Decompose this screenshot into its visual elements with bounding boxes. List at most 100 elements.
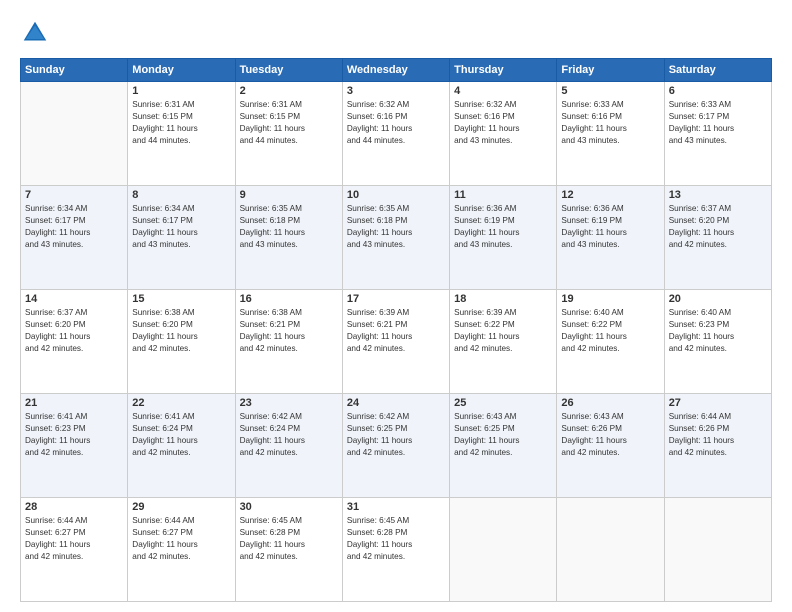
calendar-cell: 15 Sunrise: 6:38 AM Sunset: 6:20 PM Dayli… [128, 290, 235, 394]
calendar-cell: 3 Sunrise: 6:32 AM Sunset: 6:16 PM Daylig… [342, 82, 449, 186]
cell-info: Sunrise: 6:33 AM Sunset: 6:17 PM Dayligh… [669, 99, 767, 147]
day-number: 28 [25, 501, 123, 513]
day-number: 8 [132, 189, 230, 201]
calendar-cell: 29 Sunrise: 6:44 AM Sunset: 6:27 PM Dayli… [128, 498, 235, 602]
day-number: 19 [561, 293, 659, 305]
calendar-cell: 30 Sunrise: 6:45 AM Sunset: 6:28 PM Dayli… [235, 498, 342, 602]
day-number: 24 [347, 397, 445, 409]
calendar-cell: 31Sunrise: 6:45 AM Sunset: 6:28 PM Dayli… [342, 498, 449, 602]
cell-info: Sunrise: 6:34 AM Sunset: 6:17 PM Dayligh… [25, 203, 123, 251]
calendar-cell: 12 Sunrise: 6:36 AM Sunset: 6:19 PM Dayli… [557, 186, 664, 290]
day-number: 25 [454, 397, 552, 409]
calendar-cell: 18 Sunrise: 6:39 AM Sunset: 6:22 PM Dayli… [450, 290, 557, 394]
cell-info: Sunrise: 6:38 AM Sunset: 6:20 PM Dayligh… [132, 307, 230, 355]
cell-info: Sunrise: 6:33 AM Sunset: 6:16 PM Dayligh… [561, 99, 659, 147]
calendar-header-thursday: Thursday [450, 59, 557, 82]
day-number: 2 [240, 85, 338, 97]
day-number: 7 [25, 189, 123, 201]
logo [20, 18, 56, 48]
calendar-cell: 27 Sunrise: 6:44 AM Sunset: 6:26 PM Dayli… [664, 394, 771, 498]
day-number: 27 [669, 397, 767, 409]
calendar-cell: 24 Sunrise: 6:42 AM Sunset: 6:25 PM Dayli… [342, 394, 449, 498]
calendar-cell: 2Sunrise: 6:31 AM Sunset: 6:15 PM Daylig… [235, 82, 342, 186]
cell-info: Sunrise: 6:41 AM Sunset: 6:24 PM Dayligh… [132, 411, 230, 459]
cell-info: Sunrise: 6:38 AM Sunset: 6:21 PM Dayligh… [240, 307, 338, 355]
day-number: 10 [347, 189, 445, 201]
day-number: 6 [669, 85, 767, 97]
calendar-cell [450, 498, 557, 602]
calendar-week-3: 14 Sunrise: 6:37 AM Sunset: 6:20 PM Dayli… [21, 290, 772, 394]
calendar-cell [664, 498, 771, 602]
calendar-cell [21, 82, 128, 186]
page: SundayMondayTuesdayWednesdayThursdayFrid… [0, 0, 792, 612]
cell-info: Sunrise: 6:41 AM Sunset: 6:23 PM Dayligh… [25, 411, 123, 459]
calendar-week-5: 28 Sunrise: 6:44 AM Sunset: 6:27 PM Dayli… [21, 498, 772, 602]
calendar-header-saturday: Saturday [664, 59, 771, 82]
calendar-week-2: 7 Sunrise: 6:34 AM Sunset: 6:17 PM Daylig… [21, 186, 772, 290]
day-number: 11 [454, 189, 552, 201]
calendar-cell: 1Sunrise: 6:31 AM Sunset: 6:15 PM Daylig… [128, 82, 235, 186]
calendar-cell: 19Sunrise: 6:40 AM Sunset: 6:22 PM Dayli… [557, 290, 664, 394]
calendar-cell: 26 Sunrise: 6:43 AM Sunset: 6:26 PM Dayli… [557, 394, 664, 498]
calendar-cell [557, 498, 664, 602]
day-number: 23 [240, 397, 338, 409]
header [20, 18, 772, 48]
cell-info: Sunrise: 6:43 AM Sunset: 6:25 PM Dayligh… [454, 411, 552, 459]
cell-info: Sunrise: 6:34 AM Sunset: 6:17 PM Dayligh… [132, 203, 230, 251]
calendar-week-1: 1Sunrise: 6:31 AM Sunset: 6:15 PM Daylig… [21, 82, 772, 186]
day-number: 5 [561, 85, 659, 97]
cell-info: Sunrise: 6:36 AM Sunset: 6:19 PM Dayligh… [561, 203, 659, 251]
cell-info: Sunrise: 6:39 AM Sunset: 6:21 PM Dayligh… [347, 307, 445, 355]
cell-info: Sunrise: 6:32 AM Sunset: 6:16 PM Dayligh… [454, 99, 552, 147]
calendar-cell: 13 Sunrise: 6:37 AM Sunset: 6:20 PM Dayli… [664, 186, 771, 290]
day-number: 1 [132, 85, 230, 97]
cell-info: Sunrise: 6:44 AM Sunset: 6:26 PM Dayligh… [669, 411, 767, 459]
calendar-cell: 20Sunrise: 6:40 AM Sunset: 6:23 PM Dayli… [664, 290, 771, 394]
calendar-cell: 16 Sunrise: 6:38 AM Sunset: 6:21 PM Dayli… [235, 290, 342, 394]
cell-info: Sunrise: 6:44 AM Sunset: 6:27 PM Dayligh… [132, 515, 230, 563]
calendar-cell: 21 Sunrise: 6:41 AM Sunset: 6:23 PM Dayli… [21, 394, 128, 498]
day-number: 16 [240, 293, 338, 305]
cell-info: Sunrise: 6:37 AM Sunset: 6:20 PM Dayligh… [25, 307, 123, 355]
day-number: 31 [347, 501, 445, 513]
calendar-table: SundayMondayTuesdayWednesdayThursdayFrid… [20, 58, 772, 602]
cell-info: Sunrise: 6:43 AM Sunset: 6:26 PM Dayligh… [561, 411, 659, 459]
day-number: 22 [132, 397, 230, 409]
calendar-cell: 25 Sunrise: 6:43 AM Sunset: 6:25 PM Dayli… [450, 394, 557, 498]
day-number: 9 [240, 189, 338, 201]
calendar-header-friday: Friday [557, 59, 664, 82]
cell-info: Sunrise: 6:42 AM Sunset: 6:25 PM Dayligh… [347, 411, 445, 459]
calendar-cell: 14 Sunrise: 6:37 AM Sunset: 6:20 PM Dayli… [21, 290, 128, 394]
calendar-cell: 22 Sunrise: 6:41 AM Sunset: 6:24 PM Dayli… [128, 394, 235, 498]
calendar-cell: 11 Sunrise: 6:36 AM Sunset: 6:19 PM Dayli… [450, 186, 557, 290]
calendar-header-wednesday: Wednesday [342, 59, 449, 82]
day-number: 26 [561, 397, 659, 409]
calendar-week-4: 21 Sunrise: 6:41 AM Sunset: 6:23 PM Dayli… [21, 394, 772, 498]
cell-info: Sunrise: 6:36 AM Sunset: 6:19 PM Dayligh… [454, 203, 552, 251]
cell-info: Sunrise: 6:39 AM Sunset: 6:22 PM Dayligh… [454, 307, 552, 355]
cell-info: Sunrise: 6:35 AM Sunset: 6:18 PM Dayligh… [240, 203, 338, 251]
day-number: 29 [132, 501, 230, 513]
day-number: 13 [669, 189, 767, 201]
cell-info: Sunrise: 6:32 AM Sunset: 6:16 PM Dayligh… [347, 99, 445, 147]
day-number: 14 [25, 293, 123, 305]
cell-info: Sunrise: 6:45 AM Sunset: 6:28 PM Dayligh… [240, 515, 338, 563]
calendar-cell: 10 Sunrise: 6:35 AM Sunset: 6:18 PM Dayli… [342, 186, 449, 290]
day-number: 12 [561, 189, 659, 201]
cell-info: Sunrise: 6:40 AM Sunset: 6:23 PM Dayligh… [669, 307, 767, 355]
cell-info: Sunrise: 6:35 AM Sunset: 6:18 PM Dayligh… [347, 203, 445, 251]
calendar-cell: 6 Sunrise: 6:33 AM Sunset: 6:17 PM Daylig… [664, 82, 771, 186]
day-number: 30 [240, 501, 338, 513]
calendar-cell: 5 Sunrise: 6:33 AM Sunset: 6:16 PM Daylig… [557, 82, 664, 186]
day-number: 18 [454, 293, 552, 305]
calendar-header-monday: Monday [128, 59, 235, 82]
logo-icon [20, 18, 50, 48]
calendar-cell: 8 Sunrise: 6:34 AM Sunset: 6:17 PM Daylig… [128, 186, 235, 290]
cell-info: Sunrise: 6:37 AM Sunset: 6:20 PM Dayligh… [669, 203, 767, 251]
day-number: 21 [25, 397, 123, 409]
cell-info: Sunrise: 6:44 AM Sunset: 6:27 PM Dayligh… [25, 515, 123, 563]
calendar-cell: 4Sunrise: 6:32 AM Sunset: 6:16 PM Daylig… [450, 82, 557, 186]
calendar-cell: 9 Sunrise: 6:35 AM Sunset: 6:18 PM Daylig… [235, 186, 342, 290]
day-number: 3 [347, 85, 445, 97]
day-number: 15 [132, 293, 230, 305]
